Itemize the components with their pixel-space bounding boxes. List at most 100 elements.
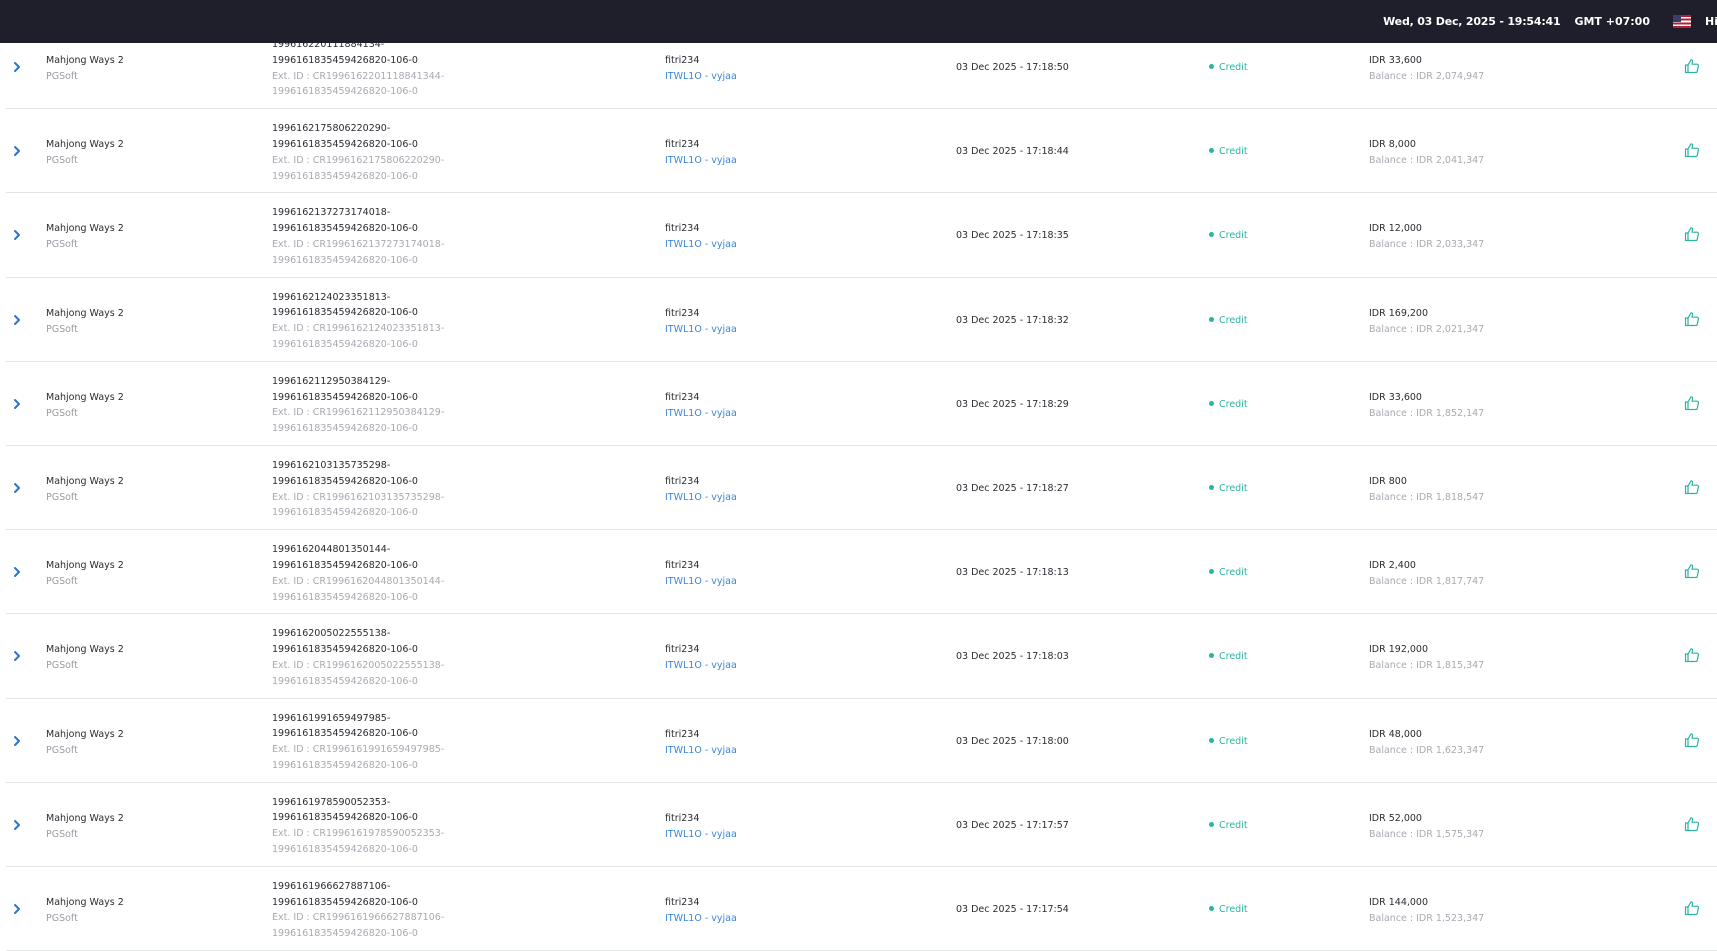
game-provider: PGSoft bbox=[46, 155, 78, 167]
thumbs-up-icon[interactable] bbox=[1684, 395, 1700, 411]
external-id-line1: Ext. ID : CR1996161991659497985- bbox=[272, 744, 445, 756]
thumbs-up-icon[interactable] bbox=[1684, 563, 1700, 579]
thumbs-up-icon[interactable] bbox=[1684, 311, 1700, 327]
top-bar: Wed, 03 Dec, 2025 - 19:54:41 GMT +07:00 … bbox=[0, 0, 1717, 43]
transaction-row: Mahjong Ways 2 PGSoft 199616210313573529… bbox=[6, 446, 1717, 531]
thumbs-up-icon[interactable] bbox=[1684, 479, 1700, 495]
status-dot-icon bbox=[1209, 400, 1214, 406]
us-flag-icon[interactable] bbox=[1673, 15, 1691, 28]
transaction-id-line2: 1996161835459426820-106-0 bbox=[272, 138, 418, 150]
agent-link[interactable]: ITWL1O - vyjaa bbox=[665, 658, 737, 674]
transaction-amount: IDR 192,000 bbox=[1369, 644, 1429, 656]
balance-after: Balance : IDR 1,523,347 bbox=[1369, 912, 1485, 924]
balance-after: Balance : IDR 1,852,147 bbox=[1369, 407, 1485, 419]
agent-link[interactable]: ITWL1O - vyjaa bbox=[665, 406, 737, 422]
agent-link[interactable]: ITWL1O - vyjaa bbox=[665, 827, 737, 843]
chevron-right-icon[interactable] bbox=[12, 229, 28, 243]
external-id-line2: 1996161835459426820-106-0 bbox=[272, 591, 418, 603]
agent-link[interactable]: ITWL1O - vyjaa bbox=[665, 574, 737, 590]
thumbs-up-icon[interactable] bbox=[1684, 647, 1700, 663]
transaction-date: 03 Dec 2025 - 17:18:03 bbox=[956, 651, 1069, 663]
status-badge: Credit bbox=[1209, 60, 1248, 76]
amount-cell: IDR 2,400 Balance : IDR 1,817,747 bbox=[1369, 558, 1484, 590]
agent-link[interactable]: ITWL1O - vyjaa bbox=[665, 743, 737, 759]
username: fitri234 bbox=[665, 391, 700, 403]
agent-link[interactable]: ITWL1O - vyjaa bbox=[665, 490, 737, 506]
external-id-line1: Ext. ID : CR1996162005022555138- bbox=[272, 659, 445, 671]
balance-after: Balance : IDR 1,818,547 bbox=[1369, 491, 1485, 503]
chevron-right-icon[interactable] bbox=[12, 650, 28, 664]
game-name: Mahjong Ways 2 bbox=[46, 644, 124, 656]
agent-link[interactable]: ITWL1O - vyjaa bbox=[665, 322, 737, 338]
transaction-date: 03 Dec 2025 - 17:18:00 bbox=[956, 735, 1069, 747]
chevron-right-icon[interactable] bbox=[12, 145, 28, 159]
transaction-id-cell: 1996162044801350144- 1996161835459426820… bbox=[272, 542, 444, 605]
status-badge: Credit bbox=[1209, 818, 1248, 834]
amount-cell: IDR 8,000 Balance : IDR 2,041,347 bbox=[1369, 137, 1484, 169]
status-badge: Credit bbox=[1209, 313, 1248, 329]
transaction-row: Mahjong Ways 2 PGSoft 199616196662788710… bbox=[6, 867, 1717, 951]
agent-link[interactable]: ITWL1O - vyjaa bbox=[665, 237, 737, 253]
transaction-date: 03 Dec 2025 - 17:18:29 bbox=[956, 398, 1069, 410]
transaction-id-cell: 1996161991659497985- 1996161835459426820… bbox=[272, 711, 444, 774]
chevron-right-icon[interactable] bbox=[12, 735, 28, 749]
transaction-id-line2: 1996161835459426820-106-0 bbox=[272, 559, 418, 571]
status-label: Credit bbox=[1219, 482, 1248, 494]
thumbs-up-icon[interactable] bbox=[1684, 900, 1700, 916]
thumbs-up-icon[interactable] bbox=[1684, 58, 1700, 74]
game-provider: PGSoft bbox=[46, 576, 78, 588]
transaction-id-line1: 1996162124023351813- bbox=[272, 291, 391, 303]
game-name: Mahjong Ways 2 bbox=[46, 139, 124, 151]
amount-cell: IDR 33,600 Balance : IDR 1,852,147 bbox=[1369, 390, 1484, 422]
user-cell: fitri234 ITWL1O - vyjaa bbox=[665, 642, 737, 674]
external-id-line1: Ext. ID : CR1996161978590052353- bbox=[272, 828, 445, 840]
transaction-id-cell: 1996162005022555138- 1996161835459426820… bbox=[272, 626, 444, 689]
game-name: Mahjong Ways 2 bbox=[46, 307, 124, 319]
game-cell: Mahjong Ways 2 PGSoft bbox=[46, 895, 124, 927]
chevron-right-icon[interactable] bbox=[12, 482, 28, 496]
game-cell: Mahjong Ways 2 PGSoft bbox=[46, 137, 124, 169]
transaction-id-line2: 1996161835459426820-106-0 bbox=[272, 728, 418, 740]
amount-cell: IDR 800 Balance : IDR 1,818,547 bbox=[1369, 474, 1484, 506]
game-name: Mahjong Ways 2 bbox=[46, 812, 124, 824]
transaction-amount: IDR 52,000 bbox=[1369, 812, 1422, 824]
header-timezone: GMT +07:00 bbox=[1574, 15, 1650, 28]
user-greeting[interactable]: Hi, bbox=[1705, 15, 1717, 28]
external-id-line2: 1996161835459426820-106-0 bbox=[272, 507, 418, 519]
chevron-right-icon[interactable] bbox=[12, 61, 28, 75]
game-cell: Mahjong Ways 2 PGSoft bbox=[46, 727, 124, 759]
chevron-right-icon[interactable] bbox=[12, 314, 28, 328]
status-dot-icon bbox=[1209, 316, 1214, 322]
agent-link[interactable]: ITWL1O - vyjaa bbox=[665, 153, 737, 169]
agent-link[interactable]: ITWL1O - vyjaa bbox=[665, 911, 737, 927]
game-provider: PGSoft bbox=[46, 323, 78, 335]
status-badge: Credit bbox=[1209, 228, 1248, 244]
chevron-right-icon[interactable] bbox=[12, 566, 28, 580]
transaction-row: Mahjong Ways 2 PGSoft 199616217580622029… bbox=[6, 109, 1717, 194]
thumbs-up-icon[interactable] bbox=[1684, 732, 1700, 748]
amount-cell: IDR 48,000 Balance : IDR 1,623,347 bbox=[1369, 727, 1484, 759]
balance-after: Balance : IDR 2,041,347 bbox=[1369, 155, 1485, 167]
transaction-id-line2: 1996161835459426820-106-0 bbox=[272, 644, 418, 656]
chevron-right-icon[interactable] bbox=[12, 398, 28, 412]
username: fitri234 bbox=[665, 307, 700, 319]
transaction-id-line2: 1996161835459426820-106-0 bbox=[272, 307, 418, 319]
transaction-id-cell: 1996162103135735298- 1996161835459426820… bbox=[272, 458, 444, 521]
game-cell: Mahjong Ways 2 PGSoft bbox=[46, 221, 124, 253]
thumbs-up-icon[interactable] bbox=[1684, 142, 1700, 158]
thumbs-up-icon[interactable] bbox=[1684, 226, 1700, 242]
thumbs-up-icon[interactable] bbox=[1684, 816, 1700, 832]
transaction-id-line1: 1996162044801350144- bbox=[272, 544, 391, 556]
username: fitri234 bbox=[665, 475, 700, 487]
status-label: Credit bbox=[1219, 314, 1248, 326]
chevron-right-icon[interactable] bbox=[12, 903, 28, 917]
username: fitri234 bbox=[665, 139, 700, 151]
external-id-line2: 1996161835459426820-106-0 bbox=[272, 254, 418, 266]
user-cell: fitri234 ITWL1O - vyjaa bbox=[665, 390, 737, 422]
chevron-right-icon[interactable] bbox=[12, 819, 28, 833]
header-datetime: Wed, 03 Dec, 2025 - 19:54:41 bbox=[1383, 15, 1561, 28]
agent-link[interactable]: ITWL1O - vyjaa bbox=[665, 69, 737, 85]
transaction-id-cell: 199616220111884134- 1996161835459426820-… bbox=[272, 37, 444, 100]
balance-after: Balance : IDR 1,575,347 bbox=[1369, 828, 1485, 840]
transaction-id-line2: 1996161835459426820-106-0 bbox=[272, 812, 418, 824]
